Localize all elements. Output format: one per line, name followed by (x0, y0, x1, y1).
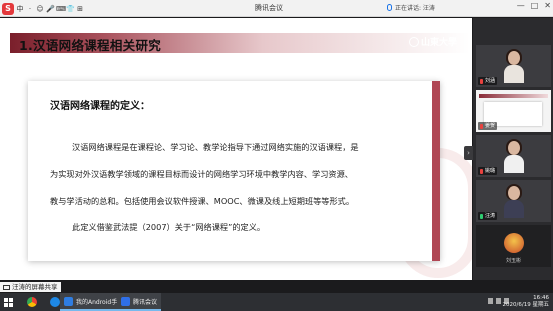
slide-title: 1.汉语网络课程相关研究 (19, 38, 162, 53)
mic-muted-icon (480, 213, 483, 219)
participant-tile[interactable]: 刘玉彬 (476, 225, 551, 267)
maximize-button[interactable]: □ (531, 1, 539, 10)
ime-punct-toggle[interactable]: · (26, 5, 34, 13)
screen-share-indicator[interactable]: 汪涛的屏幕共享 (0, 282, 61, 292)
participant-avatar (504, 233, 524, 253)
taskbar-app-label: 腾讯会议 (133, 298, 158, 306)
definition-line: 汉语网络课程是在课程论、学习论、教学论指导下通过网络实施的汉语课程，是 (72, 142, 359, 152)
definition-line: 为实现对外汉语教学领域的课程目标而设计的网络学习环境中教学内容、学习资源、 (50, 169, 353, 179)
definition-card: 汉语网络课程的定义： 汉语网络课程是在课程论、学习论、教学论指导下通过网络实施的… (28, 81, 440, 261)
ime-emoji-icon[interactable]: ☺ (36, 5, 44, 13)
windows-logo-icon (4, 297, 13, 307)
window-controls: — □ ✕ (517, 1, 551, 10)
mic-icon (387, 4, 392, 11)
participant-name: 刘玉彬 (505, 258, 521, 264)
window-title: 腾讯会议 (255, 4, 283, 12)
participant-nametag: 姚璐 (478, 167, 498, 175)
ime-lang-toggle[interactable]: 中 (16, 4, 24, 14)
participant-video (504, 139, 524, 173)
phone-app-icon (64, 296, 73, 306)
participant-tile[interactable]: 姜贺 (476, 90, 551, 132)
ime-toolbox-icon[interactable]: ⊞ (76, 5, 84, 13)
ime-toolbar[interactable]: S 中 · ☺ 🎤 ⌨ 👕 ⊞ (2, 2, 84, 15)
participant-nametag: 刘涵 (478, 77, 498, 85)
mic-muted-icon (480, 168, 483, 174)
title-bar: S 中 · ☺ 🎤 ⌨ 👕 ⊞ 腾讯会议 正在讲话: 汪涛 — □ ✕ (0, 0, 553, 17)
collapse-panel-button[interactable]: › (464, 146, 473, 160)
clock[interactable]: 16:46 2020/6/19 星期五 (503, 293, 549, 311)
ime-keyboard-icon[interactable]: ⌨ (56, 5, 66, 13)
definition-line: 教与学活动的总和。包括使用会议软件授课、MOOC、微课及线上短期班等等形式。 (50, 196, 355, 206)
participant-tile[interactable]: 汪涛 (476, 180, 551, 222)
minimize-button[interactable]: — (517, 1, 525, 10)
ime-voice-icon[interactable]: 🎤 (46, 5, 55, 13)
clock-date: 2020/6/19 星期五 (502, 302, 549, 308)
definition-heading: 汉语网络课程的定义： (50, 101, 150, 112)
participant-video (504, 184, 524, 218)
participant-tile[interactable]: 姚璐 (476, 135, 551, 177)
speaking-indicator: 正在讲话: 汪涛 (387, 3, 435, 12)
participant-video (504, 49, 524, 83)
shared-screen: 1.汉语网络课程相关研究 山東大學 汉语网络课程的定义： 汉语网络课程是在课程论… (0, 18, 472, 280)
ime-skin-icon[interactable]: 👕 (66, 5, 75, 13)
screen-share-icon (3, 284, 10, 290)
participant-nametag: 姜贺 (478, 122, 498, 130)
taskbar-app-meeting[interactable]: 腾讯会议 (117, 293, 162, 311)
start-button[interactable] (4, 293, 16, 311)
network-icon[interactable] (488, 298, 493, 304)
mic-muted-icon (480, 123, 483, 129)
speaking-label: 正在讲话: 汪涛 (395, 5, 435, 12)
sogou-logo-icon[interactable]: S (2, 2, 14, 15)
screen-share-label: 汪涛的屏幕共享 (12, 283, 58, 291)
university-logo: 山東大學 (420, 38, 457, 48)
mic-muted-icon (480, 78, 483, 84)
volume-icon[interactable] (496, 298, 501, 304)
chrome-taskbar-icon[interactable] (27, 293, 37, 311)
task-view-taskbar-icon[interactable] (50, 293, 60, 311)
taskbar: 我的Android手机 腾讯会议 16:46 2020/6/19 星期五 (0, 293, 553, 311)
participant-tile[interactable]: 刘涵 (476, 45, 551, 87)
definition-line: 此定义借鉴武法提（2007）关于“网络课程”的定义。 (72, 222, 266, 232)
clock-time: 16:46 (533, 295, 549, 301)
meeting-app-icon (121, 296, 130, 306)
participant-nametag: 汪涛 (478, 212, 498, 220)
close-button[interactable]: ✕ (544, 1, 551, 10)
